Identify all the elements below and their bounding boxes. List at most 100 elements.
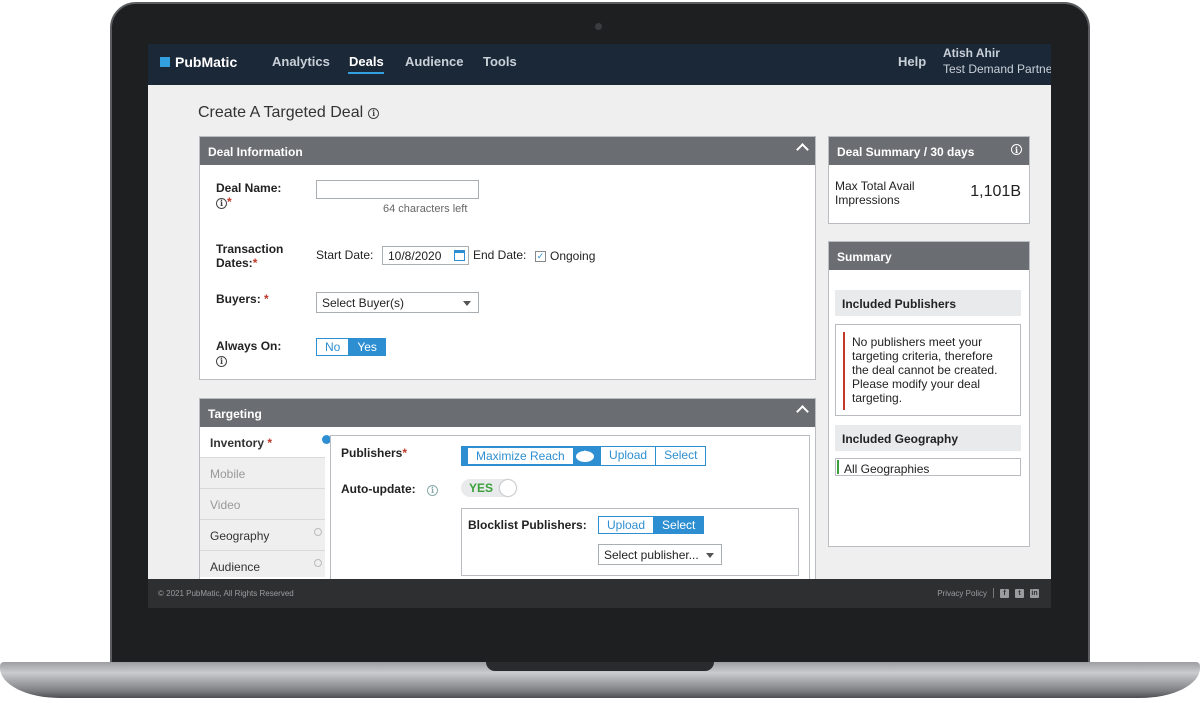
chevron-down-icon [706,553,714,558]
always-on-yes[interactable]: Yes [348,339,385,355]
publishers-mode-toggle[interactable]: Maximize Reach i Upload Select [461,446,707,466]
info-icon[interactable]: i [1011,144,1022,155]
required-marker: * [227,195,232,209]
transaction-dates-label: Transaction Dates:* [216,242,283,270]
inventory-content: Publishers* Maximize Reach i Upload Sele… [330,435,810,585]
tab-inventory[interactable]: Inventory * [200,427,331,458]
info-icon[interactable]: i [368,107,380,119]
copyright-text: © 2021 PubMatic, All Rights Reserved [158,589,294,598]
required-marker: * [402,446,408,460]
auto-update-value: YES [469,481,494,495]
toggle-knob [500,480,516,496]
targeting-panel: Targeting Inventory * Mobile Video Geogr… [199,398,816,588]
select-option[interactable]: Select [655,447,706,465]
buyers-select-value: Select Buyer(s) [322,296,405,310]
pubmatic-logo[interactable]: PubMatic [160,54,237,70]
chevron-down-icon [463,301,471,306]
blocklist-select-option[interactable]: Select [653,517,704,533]
nav-audience[interactable]: Audience [405,54,464,69]
maximize-reach-option[interactable]: Maximize Reach i [462,447,601,465]
ongoing-label: Ongoing [550,249,596,263]
characters-left-hint: 64 characters left [383,203,468,215]
deal-information-title: Deal Information [208,145,303,159]
included-geography-heading: Included Geography [835,425,1021,451]
deal-name-info-icon[interactable]: i [216,197,227,209]
always-on-toggle[interactable]: No Yes [316,338,386,356]
blocklist-mode-toggle[interactable]: Upload Select [598,516,705,534]
user-org[interactable]: Test Demand Partner [943,62,1051,76]
blocklist-upload-option[interactable]: Upload [599,517,654,533]
tab-geography[interactable]: Geography [200,520,325,551]
info-icon[interactable]: i [427,484,438,496]
deal-summary-panel: Deal Summary / 30 days i Max Total Avail… [828,136,1030,224]
status-dot-icon [314,559,322,567]
tab-mobile-label: Mobile [210,467,246,481]
page-title: Create A Targeted Deal i [198,104,380,122]
privacy-policy-link[interactable]: Privacy Policy [937,589,987,598]
calendar-icon[interactable] [454,250,465,261]
deal-name-label-text: Deal Name: [216,181,282,195]
user-name[interactable]: Atish Ahir [943,46,1000,60]
maximize-reach-label: Maximize Reach [468,448,573,464]
deal-name-input[interactable] [316,180,479,199]
buyers-label-text: Buyers: [216,292,261,306]
laptop-notch [486,662,714,671]
nav-deals[interactable]: Deals [349,54,384,69]
auto-update-label-text: Auto-update: [341,482,416,496]
success-bar [837,460,839,474]
tab-audience[interactable]: Audience [200,551,325,582]
nav-help[interactable]: Help [898,54,926,69]
deal-information-header[interactable]: Deal Information [200,137,815,165]
targeting-tabs: Inventory * Mobile Video Geography Audie… [200,427,331,582]
footer: © 2021 PubMatic, All Rights Reserved Pri… [148,579,1051,608]
targeting-header[interactable]: Targeting [200,399,815,427]
buyers-label: Buyers: * [216,292,269,306]
summary-title: Summary [837,250,892,264]
summary-panel: Summary Included Publishers No publisher… [828,241,1030,547]
error-bar [843,332,845,410]
ongoing-checkbox[interactable]: ✓ [535,251,546,262]
tab-mobile[interactable]: Mobile [200,458,325,489]
max-avail-impressions-value: 1,101B [970,183,1021,200]
required-marker: * [267,436,273,450]
collapse-chevron-icon[interactable] [796,405,809,418]
always-on-info-icon[interactable]: i [216,355,227,367]
blocklist-publishers-label: Blocklist Publishers: [468,518,587,532]
deal-information-panel: Deal Information Deal Name: i * 64 charac… [199,136,816,380]
auto-update-toggle[interactable]: YES [461,479,517,497]
transaction-label-line1: Transaction [216,242,284,256]
publishers-label-text: Publishers [341,446,403,460]
twitter-icon[interactable]: t [1015,588,1024,598]
nav-tools[interactable]: Tools [483,54,517,69]
buyers-select[interactable]: Select Buyer(s) [316,292,479,313]
tab-audience-label: Audience [210,560,261,574]
select-publisher-value: Select publisher... [604,548,699,562]
webcam [595,23,602,30]
nav-analytics[interactable]: Analytics [272,54,330,69]
logo-text: PubMatic [175,54,238,70]
status-dot-icon [314,528,322,536]
end-date-label: End Date: [473,248,527,262]
summary-header: Summary [829,242,1029,270]
always-on-no[interactable]: No [317,339,349,355]
included-publishers-heading: Included Publishers [835,290,1021,316]
facebook-icon[interactable]: f [1000,588,1009,598]
collapse-chevron-icon[interactable] [796,143,809,156]
geography-item: All Geographies [835,458,1021,476]
always-on-label: Always On: i [216,339,281,367]
publishers-label: Publishers* [341,446,407,460]
blocklist-publishers-box: Blocklist Publishers: Upload Select Sele… [461,508,799,576]
upload-option[interactable]: Upload [600,447,656,465]
tab-inventory-label: Inventory [210,436,265,450]
tab-video[interactable]: Video [200,489,325,520]
no-publishers-message-text: No publishers meet your targeting criter… [852,335,998,405]
footer-links: Privacy Policy f t in [937,588,1039,598]
tab-video-label: Video [210,498,241,512]
info-icon[interactable]: i [576,449,595,463]
start-date-input[interactable]: 10/8/2020 [382,246,469,265]
no-publishers-message: No publishers meet your targeting criter… [835,324,1021,416]
required-marker: * [252,256,258,270]
always-on-label-text: Always On: [216,339,282,353]
select-publisher-dropdown[interactable]: Select publisher... [598,544,722,565]
linkedin-icon[interactable]: in [1030,588,1039,598]
